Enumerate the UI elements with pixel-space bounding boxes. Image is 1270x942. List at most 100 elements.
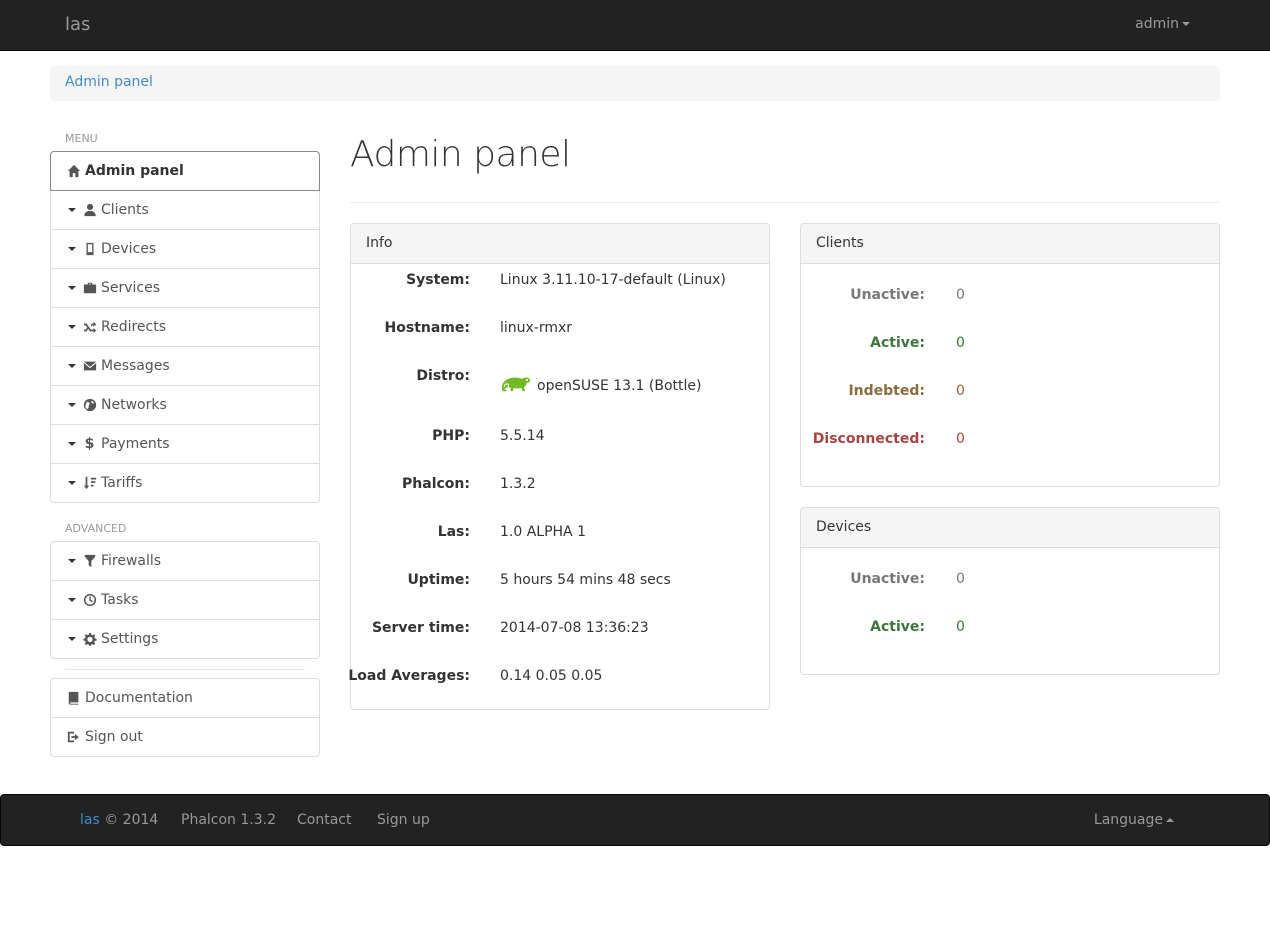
info-value: 0.14 0.05 0.05: [500, 668, 603, 684]
sidebar-item-admin-panel[interactable]: Admin panel: [50, 151, 320, 191]
caret-up-icon: [1166, 818, 1174, 822]
random-icon: [82, 320, 97, 335]
footer-copyright-text: © 2014: [104, 812, 159, 828]
caret-down-icon: [68, 325, 76, 329]
stat-value: 0: [956, 287, 965, 303]
sidebar-item-devices[interactable]: Devices: [50, 229, 320, 269]
sidebar-advanced-menu: Firewalls Tasks Settings: [50, 541, 320, 659]
sidebar-item-payments[interactable]: $ Payments: [50, 424, 320, 464]
sidebar-item-services[interactable]: Services: [50, 268, 320, 308]
info-label: Server time:: [371, 620, 470, 636]
stat-label: Unactive:: [850, 287, 925, 303]
sidebar-item-tariffs[interactable]: Tariffs: [50, 463, 320, 503]
caret-down-icon: [68, 364, 76, 368]
info-value: Linux 3.11.10-17-default (Linux): [500, 272, 726, 288]
stat-value: 0: [956, 431, 965, 447]
info-row-hostname: Hostname: linux-rmxr: [351, 320, 769, 340]
footer-brand-link[interactable]: las: [80, 812, 100, 828]
info-label: Phalcon:: [402, 476, 470, 492]
language-dropdown[interactable]: Language: [1094, 812, 1174, 828]
info-label: Uptime:: [407, 572, 470, 588]
sidebar-item-label: Tariffs: [101, 475, 143, 491]
caret-down-icon: [68, 208, 76, 212]
caret-down-icon: [68, 559, 76, 563]
info-row-distro: Distro: openSUSE 13.1 (Bottle): [351, 368, 769, 394]
sidebar-item-label: Payments: [101, 436, 170, 452]
sidebar-divider: [65, 669, 305, 670]
info-panel-heading: Info: [351, 224, 769, 264]
info-label: PHP:: [432, 428, 470, 444]
user-menu-label: admin: [1135, 16, 1179, 32]
footer-copyright: las © 2014: [80, 812, 158, 828]
page-title: Admin panel: [350, 134, 571, 175]
book-icon: [66, 691, 81, 706]
footer-navbar: las © 2014 Phalcon 1.3.2 Contact Sign up…: [0, 794, 1270, 846]
footer-contact-link[interactable]: Contact: [297, 812, 351, 828]
sidebar-item-sign-out[interactable]: Sign out: [50, 717, 320, 757]
user-menu-dropdown[interactable]: admin: [1135, 16, 1190, 32]
phone-icon: [82, 242, 97, 257]
advanced-section-header: ADVANCED: [65, 522, 127, 535]
clients-panel: Clients Unactive: 0 Active: 0 Indebted: …: [800, 223, 1220, 487]
info-value: linux-rmxr: [500, 320, 573, 336]
envelope-icon: [82, 359, 97, 374]
sidebar-item-clients[interactable]: Clients: [50, 190, 320, 230]
info-value: openSUSE 13.1 (Bottle): [500, 374, 701, 398]
caret-down-icon: [68, 247, 76, 251]
stat-value: 0: [956, 383, 965, 399]
sidebar-item-settings[interactable]: Settings: [50, 619, 320, 659]
sidebar-item-networks[interactable]: Networks: [50, 385, 320, 425]
info-label: Load Averages:: [348, 668, 470, 684]
stat-value: 0: [956, 571, 965, 587]
stat-label: Active:: [870, 619, 925, 635]
breadcrumb-admin-panel-link[interactable]: Admin panel: [65, 74, 153, 90]
info-value: 1.3.2: [500, 476, 536, 492]
clients-row-indebted: Indebted: 0: [801, 383, 1219, 403]
sidebar-item-label: Documentation: [85, 690, 193, 706]
stat-label: Indebted:: [848, 383, 925, 399]
info-row-system: System: Linux 3.11.10-17-default (Linux): [351, 272, 769, 292]
sidebar-item-label: Sign out: [85, 729, 143, 745]
info-value: 2014-07-08 13:36:23: [500, 620, 649, 636]
info-row-php: PHP: 5.5.14: [351, 428, 769, 448]
sidebar-item-label: Tasks: [101, 592, 139, 608]
sort-icon: [82, 476, 97, 491]
sidebar-item-label: Clients: [101, 202, 149, 218]
devices-row-unactive: Unactive: 0: [801, 571, 1219, 591]
info-label: Las:: [437, 524, 470, 540]
info-row-phalcon: Phalcon: 1.3.2: [351, 476, 769, 496]
stat-value: 0: [956, 335, 965, 351]
sidebar-item-label: Networks: [101, 397, 167, 413]
home-icon: [66, 164, 81, 179]
footer-phalcon-link[interactable]: Phalcon 1.3.2: [181, 812, 276, 828]
sidebar-item-label: Services: [101, 280, 161, 296]
menu-section-header: MENU: [65, 132, 98, 145]
dollar-icon: $: [84, 436, 95, 452]
sidebar-item-label: Firewalls: [101, 553, 162, 569]
caret-down-icon: [68, 598, 76, 602]
sidebar-item-firewalls[interactable]: Firewalls: [50, 541, 320, 581]
sidebar-item-messages[interactable]: Messages: [50, 346, 320, 386]
sidebar-item-tasks[interactable]: Tasks: [50, 580, 320, 620]
sidebar-item-label: Devices: [101, 241, 157, 257]
footer-signup-link[interactable]: Sign up: [377, 812, 430, 828]
sidebar-item-documentation[interactable]: Documentation: [50, 678, 320, 718]
sidebar-item-redirects[interactable]: Redirects: [50, 307, 320, 347]
info-row-uptime: Uptime: 5 hours 54 mins 48 secs: [351, 572, 769, 592]
brand-link[interactable]: las: [65, 14, 90, 35]
devices-panel-heading: Devices: [801, 508, 1219, 548]
language-label: Language: [1093, 812, 1163, 828]
stat-label: Active:: [870, 335, 925, 351]
sidebar-item-label: Settings: [101, 631, 159, 647]
sidebar-menu: Admin panel Clients Devices Services Red…: [50, 151, 320, 503]
sidebar-item-label: Admin panel: [85, 163, 184, 179]
clients-panel-heading: Clients: [801, 224, 1219, 264]
info-label: Distro:: [416, 368, 470, 384]
distro-text: openSUSE 13.1 (Bottle): [537, 378, 702, 394]
sidebar-item-label: Redirects: [101, 319, 167, 335]
caret-down-icon: [68, 637, 76, 641]
caret-down-icon: [68, 481, 76, 485]
devices-panel: Devices Unactive: 0 Active: 0: [800, 507, 1220, 675]
cog-icon: [82, 632, 97, 647]
globe-icon: [82, 398, 97, 413]
